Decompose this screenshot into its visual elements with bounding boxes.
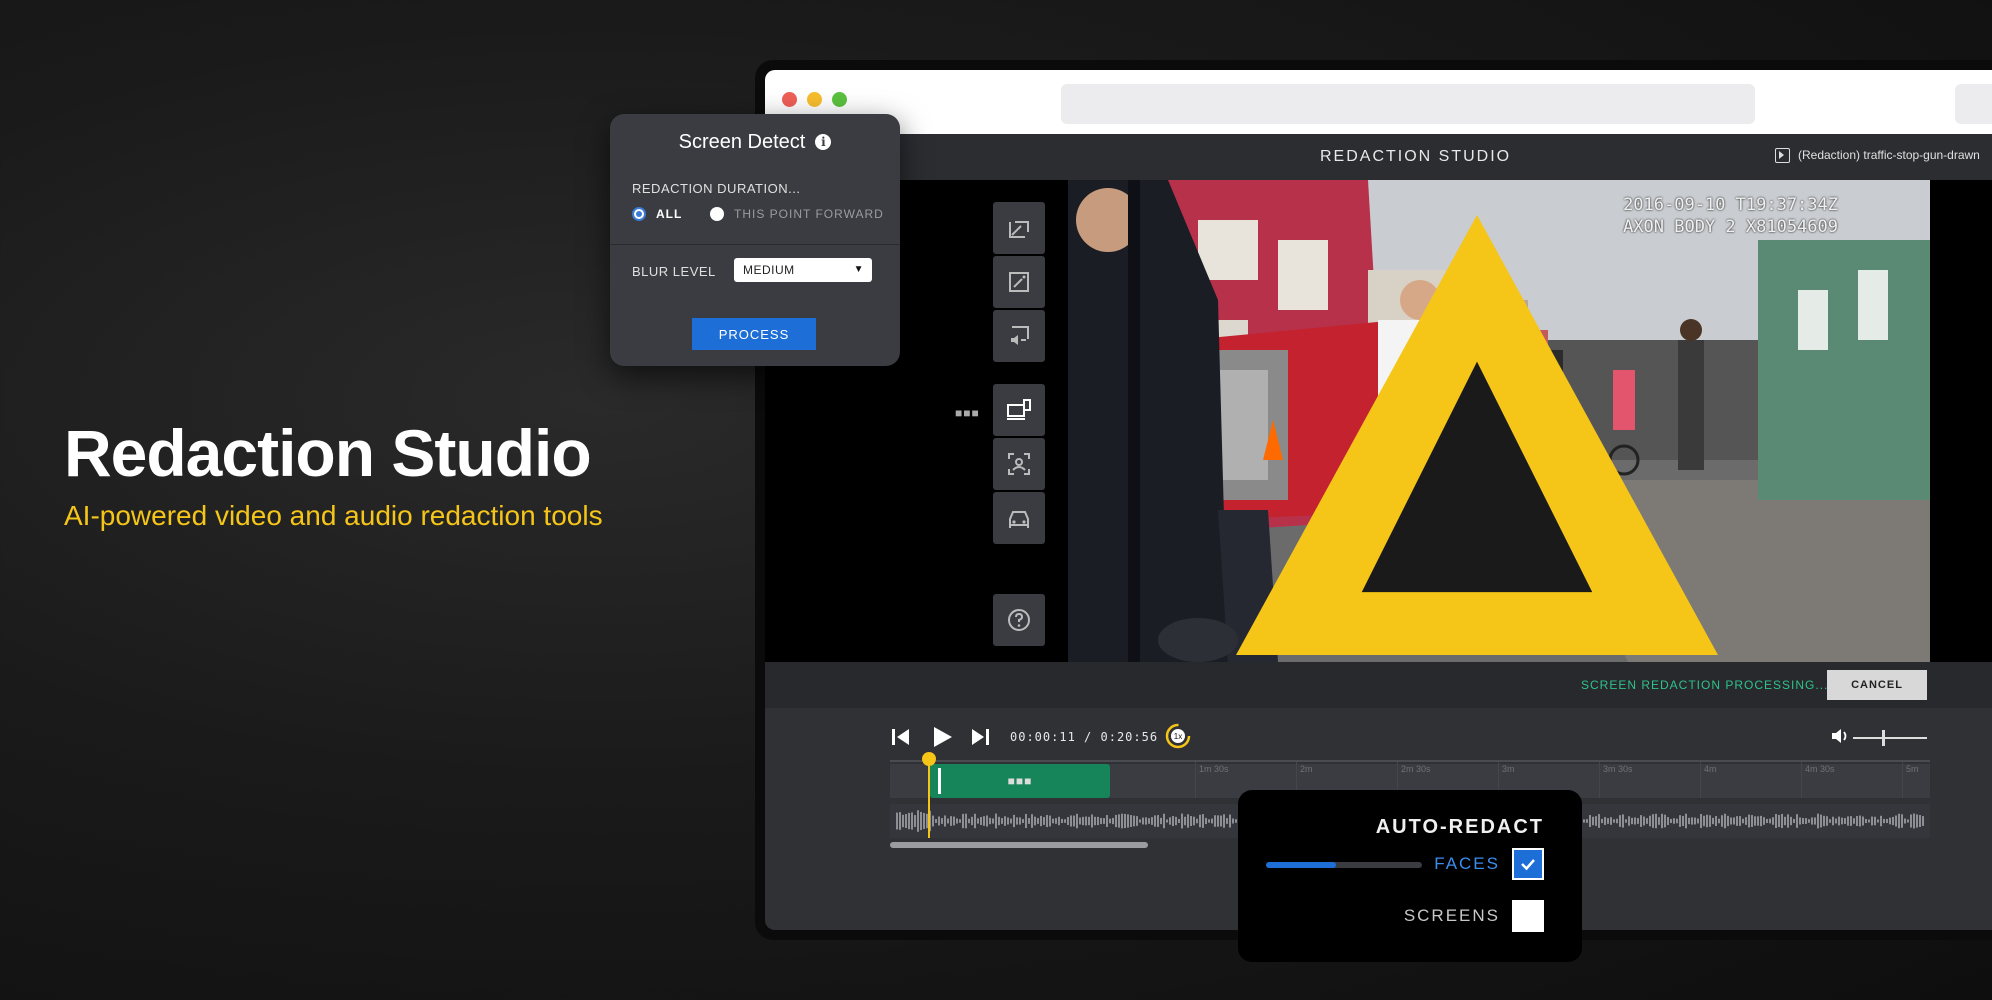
speed-label: 1x [1174, 732, 1182, 741]
draw-box-icon [1009, 221, 1029, 238]
magic-wand-icon [1009, 272, 1029, 292]
faces-progress-fill [1266, 862, 1337, 868]
axon-logo-icon [1236, 214, 1718, 656]
blur-level-value: MEDIUM [743, 263, 795, 277]
faces-progress-bar [1266, 862, 1422, 868]
timeline-tick-label: 3m [1502, 764, 1515, 774]
screen-detect-tool-button[interactable] [993, 384, 1045, 436]
screens-option[interactable]: SCREENS [1404, 900, 1544, 932]
volume-icon[interactable] [1830, 726, 1850, 746]
timeline-tick-label: 4m 30s [1805, 764, 1835, 774]
draw-box-tool-button[interactable] [993, 202, 1045, 254]
maximize-window-button[interactable] [832, 92, 847, 107]
browser-chrome [765, 70, 1992, 134]
work-area: ■■■ 2016-09-10 T19:37:34Z AXON BODY 2 X8… [765, 180, 1992, 662]
volume-slider-track[interactable] [1853, 737, 1927, 739]
panel-title: Screen Detect i [610, 131, 900, 154]
minimize-window-button[interactable] [807, 92, 822, 107]
audio-redact-tool-button[interactable] [993, 310, 1045, 362]
auto-redact-title: AUTO-REDACT [1375, 816, 1544, 838]
playhead[interactable] [928, 758, 930, 838]
timeline-tick [1700, 762, 1701, 798]
timeline-tick-label: 3m 30s [1603, 764, 1633, 774]
playback-speed-icon[interactable]: 1x [1165, 723, 1191, 749]
timeline-tick [1599, 762, 1600, 798]
timeline-scrollbar[interactable] [890, 842, 1148, 848]
skip-back-icon[interactable] [890, 726, 912, 748]
video-player[interactable]: 2016-09-10 T19:37:34Z AXON BODY 2 X81054… [1068, 180, 1930, 662]
auto-redact-card: AUTO-REDACT FACES SCREENS [1238, 790, 1582, 962]
total-duration: 0:20:56 [1100, 730, 1159, 744]
studio-header: REDACTION STUDIO (Redaction) traffic-sto… [765, 134, 1992, 181]
faces-option[interactable]: FACES [1434, 848, 1544, 880]
file-name-text: (Redaction) traffic-stop-gun-drawn [1798, 148, 1980, 162]
redaction-segment[interactable]: ■■■ [930, 764, 1110, 798]
screens-label: SCREENS [1403, 906, 1500, 925]
segment-start-handle[interactable] [938, 768, 941, 794]
radio-all-indicator[interactable] [632, 207, 646, 221]
radio-forward-indicator[interactable] [710, 207, 724, 221]
panel-divider [610, 244, 900, 245]
vehicle-detect-tool-button[interactable] [993, 492, 1045, 544]
radio-this-point-forward[interactable]: THIS POINT FORWARD [710, 207, 884, 221]
timeline-tick-label: 2m 30s [1401, 764, 1431, 774]
timeline-tick-label: 5m [1906, 764, 1919, 774]
volume-slider-thumb[interactable] [1882, 730, 1885, 746]
face-detect-icon [1008, 453, 1030, 475]
help-button[interactable] [993, 594, 1045, 646]
redaction-duration-label: REDACTION DURATION... [632, 181, 801, 196]
timeline-tick [1195, 762, 1196, 798]
screen-detect-icon [1007, 399, 1031, 420]
timeline-tick [1902, 762, 1903, 798]
screen-detect-panel: Screen Detect i REDACTION DURATION... ALL… [610, 114, 900, 366]
chevron-down-icon: ▼ [853, 264, 864, 275]
playback-time: 00:00:11 / 0:20:56 [1010, 730, 1158, 744]
face-detect-tool-button[interactable] [993, 438, 1045, 490]
processing-status-text: SCREEN REDACTION PROCESSING... [1581, 678, 1829, 692]
timeline-tick-label: 1m 30s [1199, 764, 1229, 774]
address-bar[interactable] [1061, 84, 1755, 124]
timeline-ruler [890, 760, 1930, 762]
help-icon [1008, 609, 1030, 631]
timeline-tick-label: 2m [1300, 764, 1313, 774]
vehicle-detect-icon [1009, 511, 1029, 528]
faces-label: FACES [1434, 854, 1500, 873]
app-title: REDACTION STUDIO [1320, 148, 1512, 165]
play-icon[interactable] [931, 726, 953, 748]
radio-forward-label: THIS POINT FORWARD [734, 207, 884, 221]
time-separator: / [1084, 730, 1093, 744]
blur-level-select[interactable]: MEDIUM ▼ [734, 258, 872, 282]
audio-redact-icon [1011, 326, 1029, 345]
hero-subtitle: AI-powered video and audio redaction too… [64, 500, 603, 531]
file-name[interactable]: (Redaction) traffic-stop-gun-drawn [1775, 148, 1980, 164]
playhead-handle[interactable] [922, 752, 936, 766]
timeline-tick [1801, 762, 1802, 798]
radio-all-label: ALL [656, 207, 683, 221]
more-tools-icon[interactable]: ■■■ [955, 406, 980, 420]
close-window-button[interactable] [782, 92, 797, 107]
processing-status-bar: SCREEN REDACTION PROCESSING... CANCEL [765, 662, 1992, 708]
blur-level-label: BLUR LEVEL [632, 264, 716, 279]
panel-title-text: Screen Detect [678, 131, 806, 153]
faces-checkbox[interactable] [1512, 848, 1544, 880]
segment-grip-icon[interactable]: ■■■ [1008, 774, 1033, 788]
radio-all[interactable]: ALL [632, 207, 682, 221]
checkmark-icon [1521, 859, 1535, 871]
current-time: 00:00:11 [1010, 730, 1076, 744]
timeline-tick-label: 4m [1704, 764, 1717, 774]
browser-toolbar-field[interactable] [1955, 84, 1992, 124]
info-icon[interactable]: i [815, 134, 832, 150]
hero-title: Redaction Studio [64, 416, 592, 490]
skip-forward-icon[interactable] [969, 726, 991, 748]
cancel-button[interactable]: CANCEL [1827, 670, 1927, 700]
magic-wand-tool-button[interactable] [993, 256, 1045, 308]
screens-checkbox[interactable] [1512, 900, 1544, 932]
process-button[interactable]: PROCESS [692, 318, 816, 350]
video-file-icon [1775, 148, 1790, 164]
